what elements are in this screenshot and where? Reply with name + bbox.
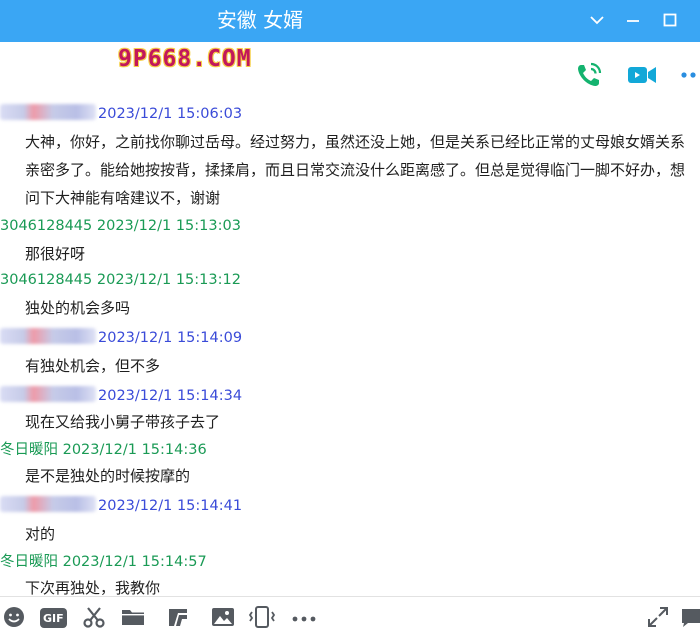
more-tools-button[interactable]: [290, 605, 320, 629]
maximize-button[interactable]: [655, 6, 685, 34]
blurred-username: [0, 386, 96, 402]
message-text: 大神，你好，之前找你聊过岳母。经过努力，虽然还没上她，但是关系已经比正常的丈母娘…: [25, 133, 686, 207]
message-sender: 3046128445: [0, 272, 93, 288]
emoji-icon: [4, 607, 24, 627]
message-header: 2023/12/1 15:14:09: [0, 326, 242, 350]
title-bar: 安徽 女婿: [0, 0, 700, 42]
voice-call-button[interactable]: [574, 60, 604, 94]
watermark-logo: 9P668.COM: [118, 46, 252, 72]
message-text: 那很好呀: [25, 245, 86, 263]
message-text: 对的: [25, 525, 56, 543]
message-sender: 冬日暖阳: [0, 554, 58, 570]
video-camera-icon: [628, 67, 656, 83]
blurred-username: [0, 328, 96, 344]
message-text: 有独处机会，但不多: [25, 357, 161, 375]
file-button[interactable]: [120, 605, 146, 629]
blurred-username: [0, 104, 96, 120]
chevron-down-icon: [590, 16, 604, 25]
video-call-button[interactable]: [626, 60, 658, 94]
message-timestamp: 2023/12/1 15:13:03: [96, 218, 241, 234]
music-button[interactable]: [166, 605, 190, 629]
message-text: 现在又给我小舅子带孩子去了: [25, 413, 221, 431]
message-timestamp: 2023/12/1 15:13:12: [96, 272, 241, 288]
shake-button[interactable]: [248, 605, 276, 629]
message-sender: 冬日暖阳: [0, 442, 58, 458]
maximize-icon: [663, 13, 677, 27]
image-icon: [212, 608, 234, 626]
phone-vibrate-icon: [248, 606, 276, 628]
image-button[interactable]: [210, 605, 236, 629]
gif-button[interactable]: GIF: [40, 607, 67, 631]
message-header: 2023/12/1 15:14:41: [0, 494, 242, 518]
chat-transcript[interactable]: 2023/12/1 15:06:03 大神，你好，之前找你聊过岳母。经过努力，虽…: [0, 100, 700, 596]
blurred-username: [0, 496, 96, 512]
expand-icon: [648, 607, 668, 627]
message-text: 下次再独处，我教你: [25, 579, 161, 596]
message-timestamp: 2023/12/1 15:06:03: [98, 106, 243, 122]
message-sender: 3046128445: [0, 218, 93, 234]
scissors-icon: [83, 607, 105, 628]
message-text: 独处的机会多吗: [25, 299, 131, 317]
chat-bubble-icon: [682, 609, 700, 627]
message-timestamp: 2023/12/1 15:14:36: [62, 442, 207, 458]
expand-button[interactable]: [646, 605, 670, 629]
screenshot-button[interactable]: [82, 605, 106, 629]
message-timestamp: 2023/12/1 15:14:57: [62, 554, 207, 570]
message-text: 是不是独处的时候按摩的: [25, 467, 191, 485]
more-dots-icon: [681, 72, 696, 78]
more-dots-icon: [292, 616, 316, 622]
dropdown-button[interactable]: [582, 6, 612, 34]
gif-icon: GIF: [40, 608, 67, 628]
message-header: 3046128445 2023/12/1 15:13:03: [0, 214, 241, 238]
message-header: 冬日暖阳 2023/12/1 15:14:57: [0, 550, 207, 574]
message-header: 3046128445 2023/12/1 15:13:12: [0, 268, 241, 292]
message-timestamp: 2023/12/1 15:14:41: [98, 498, 243, 514]
chat-history-button[interactable]: [680, 605, 700, 629]
message-header: 冬日暖阳 2023/12/1 15:14:36: [0, 438, 207, 462]
input-toolbar: GIF: [0, 596, 700, 635]
window-title: 安徽 女婿: [216, 8, 304, 32]
minimize-button[interactable]: [618, 6, 648, 34]
message-timestamp: 2023/12/1 15:14:09: [98, 330, 243, 346]
folder-icon: [122, 610, 144, 625]
music-icon: [169, 609, 187, 626]
message-header: 2023/12/1 15:06:03: [0, 102, 242, 126]
phone-icon: [578, 62, 602, 86]
more-options-button[interactable]: [680, 60, 700, 94]
message-header: 2023/12/1 15:14:34: [0, 384, 242, 408]
emoji-button[interactable]: [2, 605, 26, 629]
minimize-icon: [627, 20, 639, 22]
message-timestamp: 2023/12/1 15:14:34: [98, 388, 243, 404]
